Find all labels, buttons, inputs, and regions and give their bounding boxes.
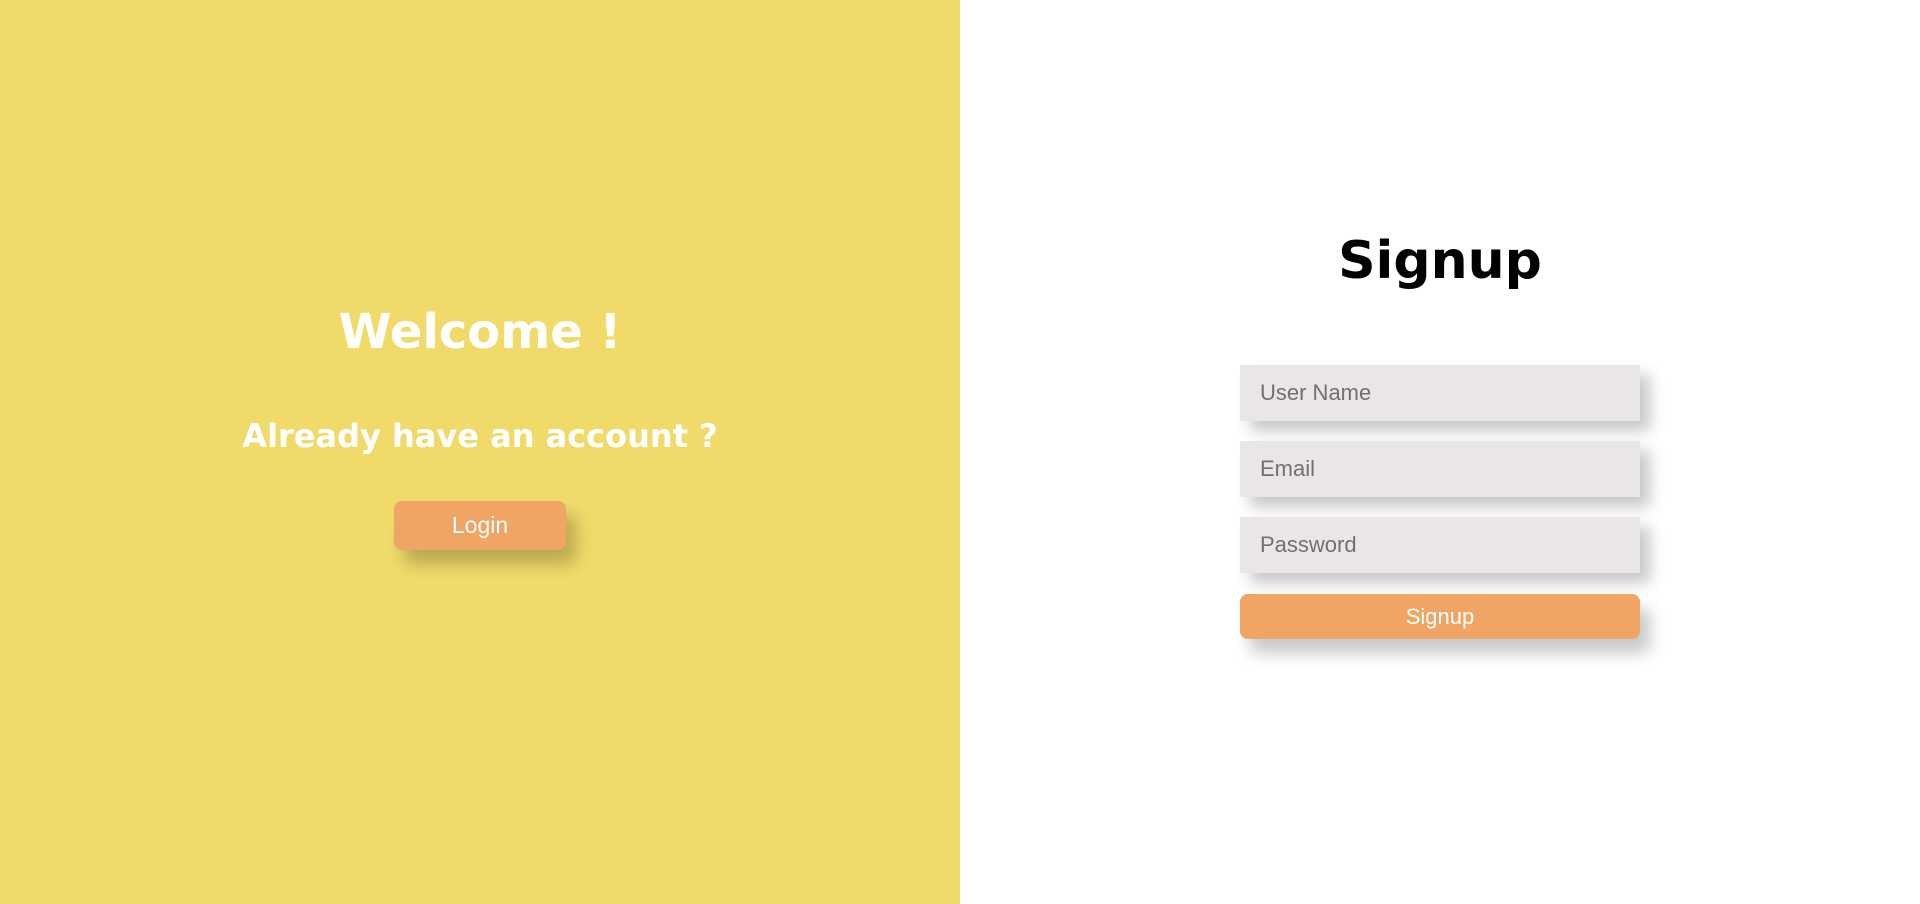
welcome-subtitle: Already have an account ? [242, 417, 718, 455]
login-button[interactable]: Login [394, 501, 566, 550]
welcome-panel: Welcome ! Already have an account ? Logi… [0, 0, 960, 904]
signup-title: Signup [1338, 231, 1542, 291]
signup-button[interactable]: Signup [1240, 594, 1640, 639]
signup-panel: Signup Signup [960, 0, 1920, 904]
username-input[interactable] [1240, 365, 1640, 421]
email-input[interactable] [1240, 441, 1640, 497]
password-input[interactable] [1240, 517, 1640, 573]
page: Welcome ! Already have an account ? Logi… [0, 0, 1920, 904]
welcome-title: Welcome ! [338, 304, 622, 360]
